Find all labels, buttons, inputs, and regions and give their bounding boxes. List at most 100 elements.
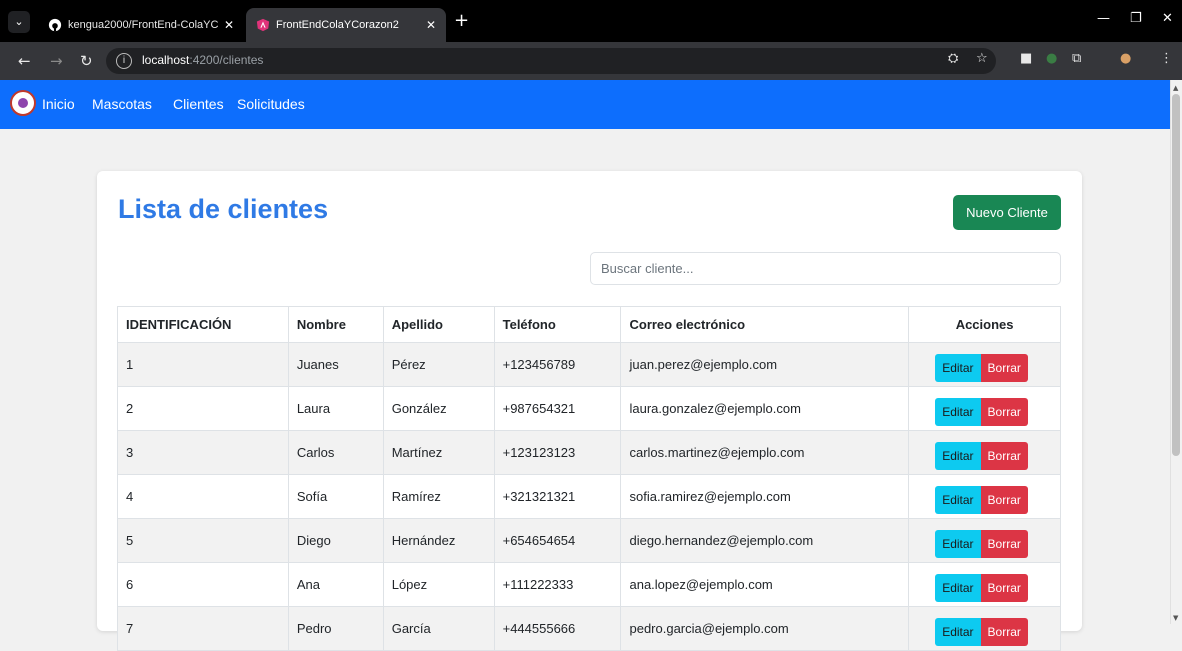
clients-table: IDENTIFICACIÓN Nombre Apellido Teléfono … bbox=[117, 306, 1061, 651]
cell-nombre: Sofía bbox=[287, 474, 384, 519]
cell-telefono: +444555666 bbox=[493, 606, 622, 651]
cell-correo: sofia.ramirez@ejemplo.com bbox=[620, 474, 910, 519]
cell-apellido: López bbox=[382, 562, 495, 607]
cell-acciones: Editar Borrar bbox=[908, 386, 1061, 431]
angular-icon bbox=[256, 18, 270, 32]
delete-button[interactable]: Borrar bbox=[980, 529, 1028, 558]
edit-button[interactable]: Editar bbox=[935, 617, 981, 646]
browser-tab-github[interactable]: kengua2000/FrontEnd-ColaYCo ✕ bbox=[38, 8, 244, 42]
brand-logo[interactable] bbox=[10, 90, 36, 116]
table-header-row: IDENTIFICACIÓN Nombre Apellido Teléfono … bbox=[117, 306, 1061, 343]
nav-link-mascotas[interactable]: Mascotas bbox=[92, 96, 152, 112]
table-row: 5 Diego Hernández +654654654 diego.herna… bbox=[117, 518, 1061, 563]
scroll-down-icon[interactable]: ▼ bbox=[1173, 614, 1178, 622]
cell-acciones: Editar Borrar bbox=[908, 430, 1061, 475]
minimize-icon[interactable]: — bbox=[1097, 11, 1110, 26]
edit-button[interactable]: Editar bbox=[935, 529, 981, 558]
edit-button[interactable]: Editar bbox=[935, 441, 981, 470]
cell-nombre: Laura bbox=[287, 386, 384, 431]
delete-button[interactable]: Borrar bbox=[980, 617, 1028, 646]
table-row: 3 Carlos Martínez +123123123 carlos.mart… bbox=[117, 430, 1061, 475]
cell-nombre: Ana bbox=[287, 562, 384, 607]
edit-button[interactable]: Editar bbox=[935, 397, 981, 426]
scroll-up-icon[interactable]: ▲ bbox=[1173, 84, 1178, 92]
tab-title: FrontEndColaYCorazon2 bbox=[276, 19, 399, 31]
new-tab-icon[interactable]: + bbox=[454, 11, 469, 31]
table-row: 4 Sofía Ramírez +321321321 sofia.ramirez… bbox=[117, 474, 1061, 519]
cell-telefono: +111222333 bbox=[493, 562, 622, 607]
cell-id: 1 bbox=[117, 342, 289, 387]
cell-apellido: Martínez bbox=[382, 430, 495, 475]
cell-apellido: González bbox=[382, 386, 495, 431]
cell-telefono: +123456789 bbox=[493, 342, 622, 387]
delete-button[interactable]: Borrar bbox=[980, 441, 1028, 470]
cell-acciones: Editar Borrar bbox=[908, 474, 1061, 519]
nav-link-clientes[interactable]: Clientes bbox=[173, 96, 224, 112]
close-icon[interactable]: ✕ bbox=[426, 18, 436, 32]
cell-acciones: Editar Borrar bbox=[908, 606, 1061, 651]
translate-icon[interactable]: ⛭ bbox=[948, 51, 958, 66]
cell-correo: ana.lopez@ejemplo.com bbox=[620, 562, 910, 607]
browser-tab-app[interactable]: FrontEndColaYCorazon2 ✕ bbox=[246, 8, 446, 42]
cell-id: 7 bbox=[117, 606, 289, 651]
cell-id: 4 bbox=[117, 474, 289, 519]
cell-correo: laura.gonzalez@ejemplo.com bbox=[620, 386, 910, 431]
site-info-icon[interactable]: i bbox=[116, 53, 132, 69]
cell-apellido: Pérez bbox=[382, 342, 495, 387]
new-client-button[interactable]: Nuevo Cliente bbox=[953, 195, 1061, 230]
close-icon[interactable]: ✕ bbox=[224, 18, 234, 32]
column-header-apellido: Apellido bbox=[382, 306, 495, 343]
back-icon[interactable]: ← bbox=[18, 52, 31, 70]
url-host: localhost bbox=[142, 53, 190, 67]
search-input[interactable] bbox=[590, 252, 1061, 285]
cell-telefono: +987654321 bbox=[493, 386, 622, 431]
nav-link-inicio[interactable]: Inicio bbox=[42, 96, 75, 112]
edit-button[interactable]: Editar bbox=[935, 573, 981, 602]
delete-button[interactable]: Borrar bbox=[980, 353, 1028, 382]
delete-button[interactable]: Borrar bbox=[980, 397, 1028, 426]
tab-search-button[interactable]: ⌄ bbox=[8, 11, 30, 33]
cell-apellido: García bbox=[382, 606, 495, 651]
page-title: Lista de clientes bbox=[118, 194, 329, 224]
column-header-nombre: Nombre bbox=[287, 306, 384, 343]
tab-title: kengua2000/FrontEnd-ColaYCo bbox=[68, 19, 218, 31]
column-header-acciones: Acciones bbox=[908, 306, 1061, 343]
edit-button[interactable]: Editar bbox=[935, 485, 981, 514]
extension-icon[interactable]: ■ bbox=[1020, 51, 1032, 66]
url-text[interactable]: localhost:4200/clientes bbox=[142, 53, 263, 67]
cell-acciones: Editar Borrar bbox=[908, 518, 1061, 563]
delete-button[interactable]: Borrar bbox=[980, 573, 1028, 602]
menu-dots-icon[interactable]: ⋮ bbox=[1160, 51, 1173, 66]
url-path: :4200/clientes bbox=[189, 53, 264, 67]
cell-nombre: Juanes bbox=[287, 342, 384, 387]
cell-id: 5 bbox=[117, 518, 289, 563]
forward-icon[interactable]: → bbox=[50, 52, 63, 70]
cell-correo: juan.perez@ejemplo.com bbox=[620, 342, 910, 387]
cell-correo: pedro.garcia@ejemplo.com bbox=[620, 606, 910, 651]
scroll-thumb[interactable] bbox=[1172, 94, 1180, 456]
column-header-telefono: Teléfono bbox=[493, 306, 622, 343]
cell-correo: diego.hernandez@ejemplo.com bbox=[620, 518, 910, 563]
cell-nombre: Diego bbox=[287, 518, 384, 563]
bookmark-star-icon[interactable]: ☆ bbox=[976, 51, 988, 66]
reload-icon[interactable]: ↻ bbox=[80, 52, 93, 70]
close-window-icon[interactable]: ✕ bbox=[1162, 11, 1173, 26]
cell-id: 6 bbox=[117, 562, 289, 607]
cell-correo: carlos.martinez@ejemplo.com bbox=[620, 430, 910, 475]
restore-icon[interactable]: ❐ bbox=[1130, 11, 1142, 26]
table-row: 6 Ana López +111222333 ana.lopez@ejemplo… bbox=[117, 562, 1061, 607]
cell-telefono: +321321321 bbox=[493, 474, 622, 519]
delete-button[interactable]: Borrar bbox=[980, 485, 1028, 514]
cell-telefono: +654654654 bbox=[493, 518, 622, 563]
avatar[interactable]: ● bbox=[1120, 51, 1131, 66]
extension-green-icon[interactable]: ● bbox=[1046, 51, 1057, 66]
cell-nombre: Pedro bbox=[287, 606, 384, 651]
nav-link-solicitudes[interactable]: Solicitudes bbox=[237, 96, 305, 112]
edit-button[interactable]: Editar bbox=[935, 353, 981, 382]
cell-acciones: Editar Borrar bbox=[908, 562, 1061, 607]
github-icon bbox=[48, 18, 62, 32]
column-header-id: IDENTIFICACIÓN bbox=[117, 306, 289, 343]
table-row: 1 Juanes Pérez +123456789 juan.perez@eje… bbox=[117, 342, 1061, 387]
puzzle-icon[interactable]: ⧉ bbox=[1072, 51, 1081, 66]
cell-telefono: +123123123 bbox=[493, 430, 622, 475]
